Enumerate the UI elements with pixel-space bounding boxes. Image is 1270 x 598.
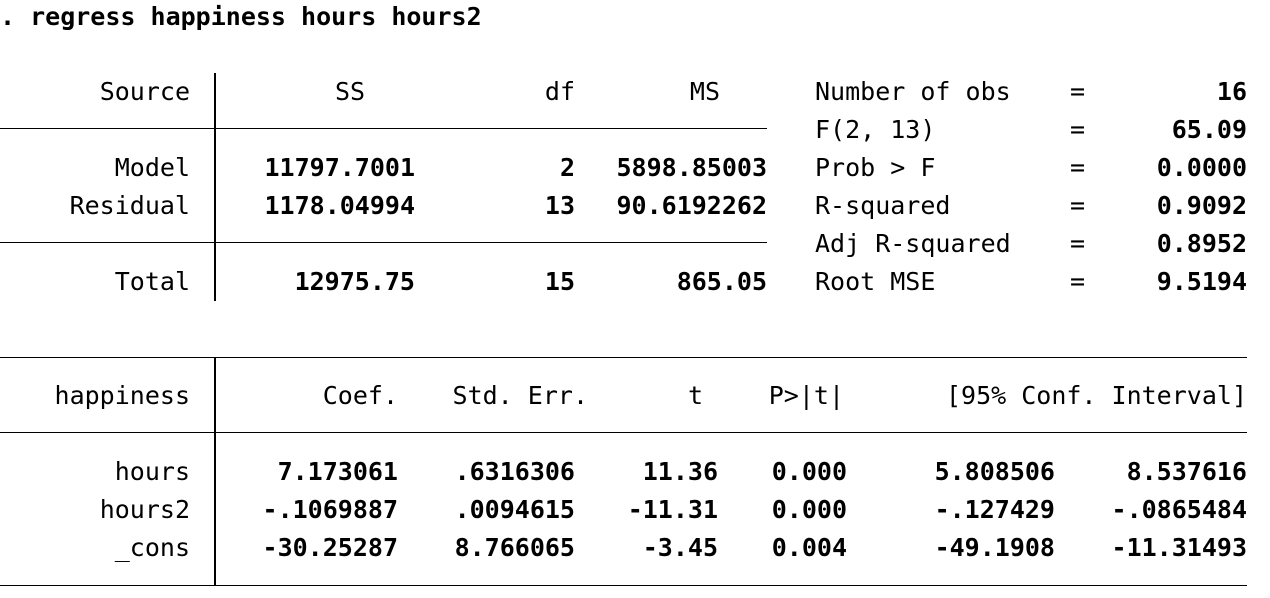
anova-header-df: df — [544, 77, 575, 106]
stat-label: Prob > F — [815, 153, 936, 182]
stat-value: 65.09 — [1171, 115, 1247, 144]
stat-value: 0.9092 — [1156, 191, 1247, 220]
stat-label: F(2, 13) — [815, 115, 936, 144]
coef-p: 0.000 — [771, 495, 847, 524]
anova-header-ss: SS — [334, 77, 366, 106]
coef-se: .6316306 — [454, 457, 575, 486]
coef-ci-low: -49.1908 — [934, 533, 1055, 562]
stat-equals: = — [1070, 115, 1086, 144]
anova-header-source: Source — [99, 77, 190, 106]
stat-value: 0.0000 — [1156, 153, 1247, 182]
coef-value: -.1069887 — [262, 495, 398, 524]
command-line: . regress happiness hours hours2 — [0, 2, 482, 31]
coef-value: 7.173061 — [277, 457, 398, 486]
stat-equals: = — [1070, 191, 1086, 220]
coef-header-p: P>|t| — [768, 381, 844, 410]
anova-df: 2 — [559, 153, 575, 182]
coef-ci-high: 8.537616 — [1126, 457, 1247, 486]
coef-header-se: Std. Err. — [452, 381, 588, 410]
coef-t: 11.36 — [642, 457, 718, 486]
anova-ss: 12975.75 — [294, 267, 415, 296]
coef-header-coef: Coef. — [322, 381, 398, 410]
stat-value: 16 — [1216, 77, 1247, 106]
stat-label: Adj R-squared — [815, 229, 1011, 258]
anova-total-rule — [0, 242, 767, 243]
stat-label: R-squared — [815, 191, 951, 220]
coef-p: 0.000 — [771, 457, 847, 486]
coef-ci-low: 5.808506 — [934, 457, 1055, 486]
coef-var: hours2 — [99, 495, 190, 524]
anova-source: Total — [114, 267, 190, 296]
stat-value: 9.5194 — [1156, 267, 1247, 296]
stat-equals: = — [1070, 267, 1086, 296]
coef-ci-high: -11.31493 — [1111, 533, 1247, 562]
stat-value: 0.8952 — [1156, 229, 1247, 258]
anova-source: Residual — [69, 191, 190, 220]
coef-header-ci: [95% Conf. Interval] — [945, 381, 1247, 410]
anova-df: 13 — [544, 191, 575, 220]
anova-ss: 11797.7001 — [264, 153, 415, 182]
coef-t: -11.31 — [627, 495, 718, 524]
anova-ms: 90.6192262 — [616, 191, 767, 220]
coef-bottom-rule — [0, 585, 1247, 586]
stat-equals: = — [1070, 77, 1086, 106]
coef-ci-high: -.0865484 — [1111, 495, 1247, 524]
coef-p: 0.004 — [771, 533, 847, 562]
coef-var: hours — [114, 457, 190, 486]
coef-se: .0094615 — [454, 495, 575, 524]
stat-label: Number of obs — [815, 77, 1011, 106]
coef-se: 8.766065 — [454, 533, 575, 562]
anova-source: Model — [114, 153, 190, 182]
anova-df: 15 — [544, 267, 575, 296]
coef-header-depvar: happiness — [54, 381, 190, 410]
stat-label: Root MSE — [815, 267, 936, 296]
anova-ms: 865.05 — [676, 267, 767, 296]
coef-ci-low: -.127429 — [934, 495, 1055, 524]
coef-var: _cons — [114, 533, 190, 562]
anova-ms: 5898.85003 — [616, 153, 767, 182]
stat-equals: = — [1070, 229, 1086, 258]
anova-header-ms: MS — [689, 77, 720, 106]
anova-ss: 1178.04994 — [264, 191, 415, 220]
coef-header-t: t — [687, 381, 703, 410]
anova-header-rule — [0, 128, 767, 129]
coef-t: -3.45 — [642, 533, 718, 562]
stat-equals: = — [1070, 153, 1086, 182]
coef-header-rule — [0, 432, 1247, 433]
coef-value: -30.25287 — [262, 533, 398, 562]
coef-top-rule — [0, 357, 1247, 358]
